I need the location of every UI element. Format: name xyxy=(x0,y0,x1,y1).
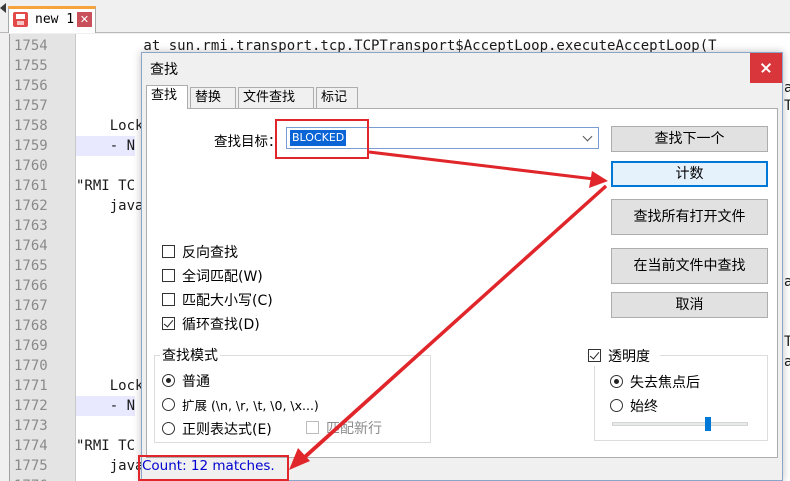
find-next-button[interactable]: 查找下一个 xyxy=(611,126,768,152)
line-code: Lock xyxy=(76,118,144,134)
unsaved-file-icon xyxy=(13,12,28,27)
radio-dot[interactable] xyxy=(610,399,623,412)
radio-dot[interactable] xyxy=(162,398,175,411)
line-number: 1774 xyxy=(14,438,48,454)
line-number: 1758 xyxy=(14,118,48,134)
radio-label: 始终 xyxy=(630,399,658,415)
close-icon[interactable] xyxy=(750,53,782,83)
line-code: Lock xyxy=(76,378,144,394)
line-code: - N xyxy=(76,396,136,416)
tab-close-icon[interactable]: ✕ xyxy=(77,12,92,27)
line-number: 1756 xyxy=(14,78,48,94)
code-fragment: a xyxy=(784,352,790,372)
line-number: 1772 xyxy=(14,398,48,414)
chevron-down-icon[interactable] xyxy=(582,131,593,142)
checkbox-box xyxy=(306,421,319,434)
line-number: 1763 xyxy=(14,218,48,234)
radio-label: 正则表达式(E) xyxy=(182,422,272,438)
checkbox-label: 反向查找 xyxy=(182,245,238,261)
line-number: 1767 xyxy=(14,298,48,314)
line-number: 1759 xyxy=(14,138,48,154)
line-number: 1771 xyxy=(14,378,48,394)
find-what-label: 查找目标： xyxy=(214,134,282,150)
line-number: 1769 xyxy=(14,338,48,354)
radio-dot[interactable] xyxy=(162,422,175,435)
code-fragment: T xyxy=(784,332,790,352)
line-number: 1765 xyxy=(14,258,48,274)
checkbox-label: 循环查找(D) xyxy=(182,317,260,333)
tab-find[interactable]: 查找 xyxy=(146,85,188,109)
checkbox-box[interactable] xyxy=(162,269,175,282)
line-number: 1775 xyxy=(14,458,48,474)
transparency-slider-track[interactable] xyxy=(612,422,748,426)
radio-label: 扩展 (\n, \r, \t, \0, \x...) xyxy=(182,398,319,413)
checkbox-label: 全词匹配(W) xyxy=(182,269,263,285)
radio-label: 普通 xyxy=(182,374,210,390)
checkbox-box[interactable] xyxy=(162,245,175,258)
code-fragment: T xyxy=(784,96,790,116)
tab-find-in-files[interactable]: 文件查找 xyxy=(238,87,314,109)
line-number: 1754 xyxy=(14,38,48,54)
transparency-checkbox[interactable]: 透明度 xyxy=(588,346,660,366)
transparency-group xyxy=(594,355,768,441)
tab-label: new 1 xyxy=(35,12,75,27)
line-number: 1764 xyxy=(14,238,48,254)
radio-dot[interactable] xyxy=(162,374,175,387)
find-dialog: 查找 查找 替换 文件查找 标记 查找目标： BLOCKED 查找下一个 计数 … xyxy=(141,52,783,481)
line-number: 1760 xyxy=(14,158,48,174)
transparency-slider-thumb[interactable] xyxy=(705,417,711,431)
code-fragment: a xyxy=(784,78,790,98)
checkbox-label: 透明度 xyxy=(608,349,650,365)
tab-scroll-left-icon[interactable] xyxy=(0,3,6,13)
checkbox-box[interactable] xyxy=(162,317,175,330)
line-number: 1766 xyxy=(14,278,48,294)
line-code: "RMI TC xyxy=(76,178,136,194)
annotation-box-search-term xyxy=(275,119,369,159)
line-code: java xyxy=(76,458,144,474)
editor-tab-bar: new 1 ✕ xyxy=(0,0,790,33)
search-mode-title: 查找模式 xyxy=(160,345,220,365)
checkbox-label: 匹配大小写(C) xyxy=(182,293,273,309)
line-code: "RMI TC xyxy=(76,438,136,454)
code-fragment: a xyxy=(784,272,790,292)
line-number: 1762 xyxy=(14,198,48,214)
line-number: 1757 xyxy=(14,98,48,114)
checkbox-box[interactable] xyxy=(162,293,175,306)
line-number: 1776 xyxy=(14,476,64,481)
checkbox-box[interactable] xyxy=(588,349,601,362)
tab-new-1[interactable]: new 1 ✕ xyxy=(8,6,96,33)
line-number: 1755 xyxy=(14,58,48,74)
line-number: 1770 xyxy=(14,358,48,374)
find-all-in-open-docs-button[interactable]: 查找所有打开文件 xyxy=(611,199,768,235)
dialog-title: 查找 xyxy=(150,62,178,78)
line-code: java xyxy=(76,198,144,214)
line-number: 1768 xyxy=(14,318,48,334)
tab-mark[interactable]: 标记 xyxy=(316,87,358,109)
count-button[interactable]: 计数 xyxy=(611,161,768,187)
find-all-in-current-doc-button[interactable]: 在当前文件中查找 xyxy=(611,248,768,284)
tab-replace[interactable]: 替换 xyxy=(190,87,236,109)
line-number: 1761 xyxy=(14,178,48,194)
cancel-button[interactable]: 取消 xyxy=(611,292,768,318)
annotation-box-count-result xyxy=(138,455,289,481)
radio-label: 失去焦点后 xyxy=(630,375,700,391)
radio-dot[interactable] xyxy=(610,375,623,388)
line-code: - N xyxy=(76,136,136,156)
line-number: 1773 xyxy=(14,418,48,434)
checkbox-label: 匹配新行 xyxy=(326,421,382,437)
